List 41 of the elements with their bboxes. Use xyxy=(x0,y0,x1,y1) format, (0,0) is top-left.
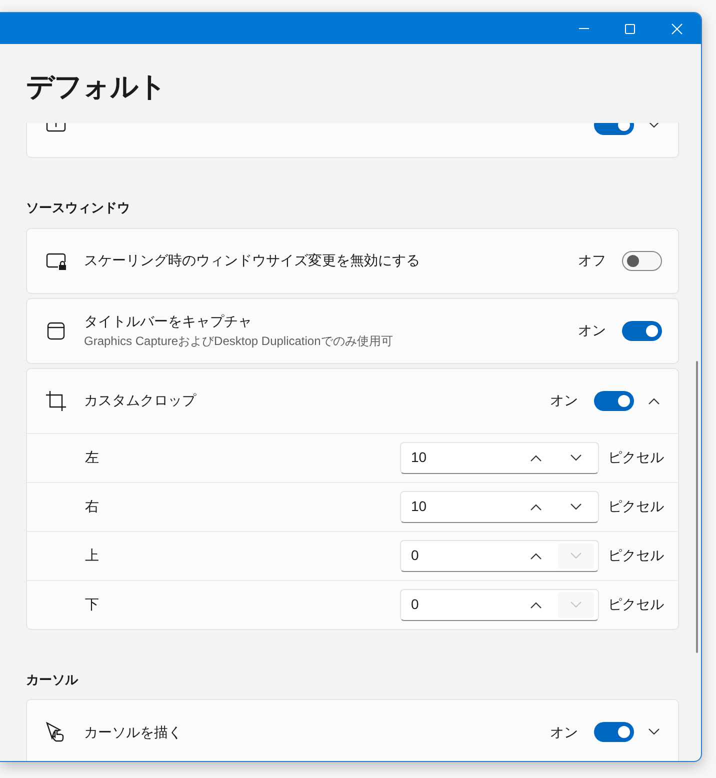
window-icon xyxy=(45,320,67,342)
chevron-down-icon xyxy=(570,600,582,608)
chevron-up-icon xyxy=(530,454,542,462)
unit-label: ピクセル xyxy=(607,546,665,565)
unit-label: ピクセル xyxy=(607,595,665,614)
chevron-down-icon xyxy=(570,502,582,510)
setting-label: カスタムクロップ xyxy=(84,391,198,410)
section-heading: ソースウィンドウ xyxy=(26,199,131,217)
unit-label: ピクセル xyxy=(607,497,665,516)
toggle-switch[interactable] xyxy=(594,390,634,410)
chevron-down-icon xyxy=(570,454,582,462)
setting-label: カーソルを描く xyxy=(84,722,183,742)
chevron-down-icon xyxy=(648,123,660,129)
crop-side-label: 左 xyxy=(85,448,99,467)
page-title: デフォルト xyxy=(25,70,167,104)
toggle-state-text: オン xyxy=(550,722,578,742)
unit-label: ピクセル xyxy=(607,448,665,467)
crop-side-label: 上 xyxy=(85,546,99,565)
toggle-switch[interactable] xyxy=(594,722,634,742)
close-icon xyxy=(671,22,683,34)
toggle-switch[interactable] xyxy=(622,250,662,270)
setting-label: スケーリング時のウィンドウサイズ変更を無効にする xyxy=(84,251,421,270)
scrollbar-thumb[interactable] xyxy=(696,361,698,653)
chevron-down-icon xyxy=(648,728,660,736)
toggle-state-text: オン xyxy=(578,321,606,340)
toggle-state-text: オン xyxy=(550,391,578,410)
chevron-up-icon xyxy=(648,396,660,404)
section-heading: カーソル xyxy=(26,670,80,688)
setting-description: Graphics CaptureおよびDesktop Duplicationでのみ使用可 xyxy=(84,333,394,350)
crop-side-label: 下 xyxy=(85,595,99,614)
chevron-down-icon xyxy=(570,552,582,560)
crop-icon xyxy=(45,390,67,412)
toggle-switch[interactable] xyxy=(622,320,662,340)
chevron-up-icon xyxy=(530,600,542,608)
chevron-up-icon xyxy=(530,502,542,510)
maximize-icon xyxy=(624,22,636,34)
toggle-state-text: オフ xyxy=(578,251,606,270)
crop-side-label: 右 xyxy=(85,497,99,516)
minimize-icon xyxy=(579,28,589,29)
setting-label: タイトルバーをキャプチャ xyxy=(84,312,253,331)
chevron-up-icon xyxy=(530,552,542,560)
